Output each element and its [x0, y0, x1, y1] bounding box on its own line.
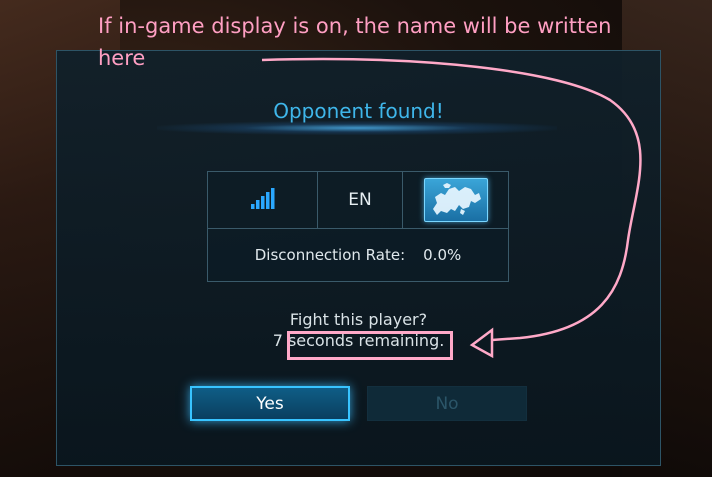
annotation-arrow — [261, 57, 642, 359]
arrow-head-icon — [469, 327, 494, 359]
